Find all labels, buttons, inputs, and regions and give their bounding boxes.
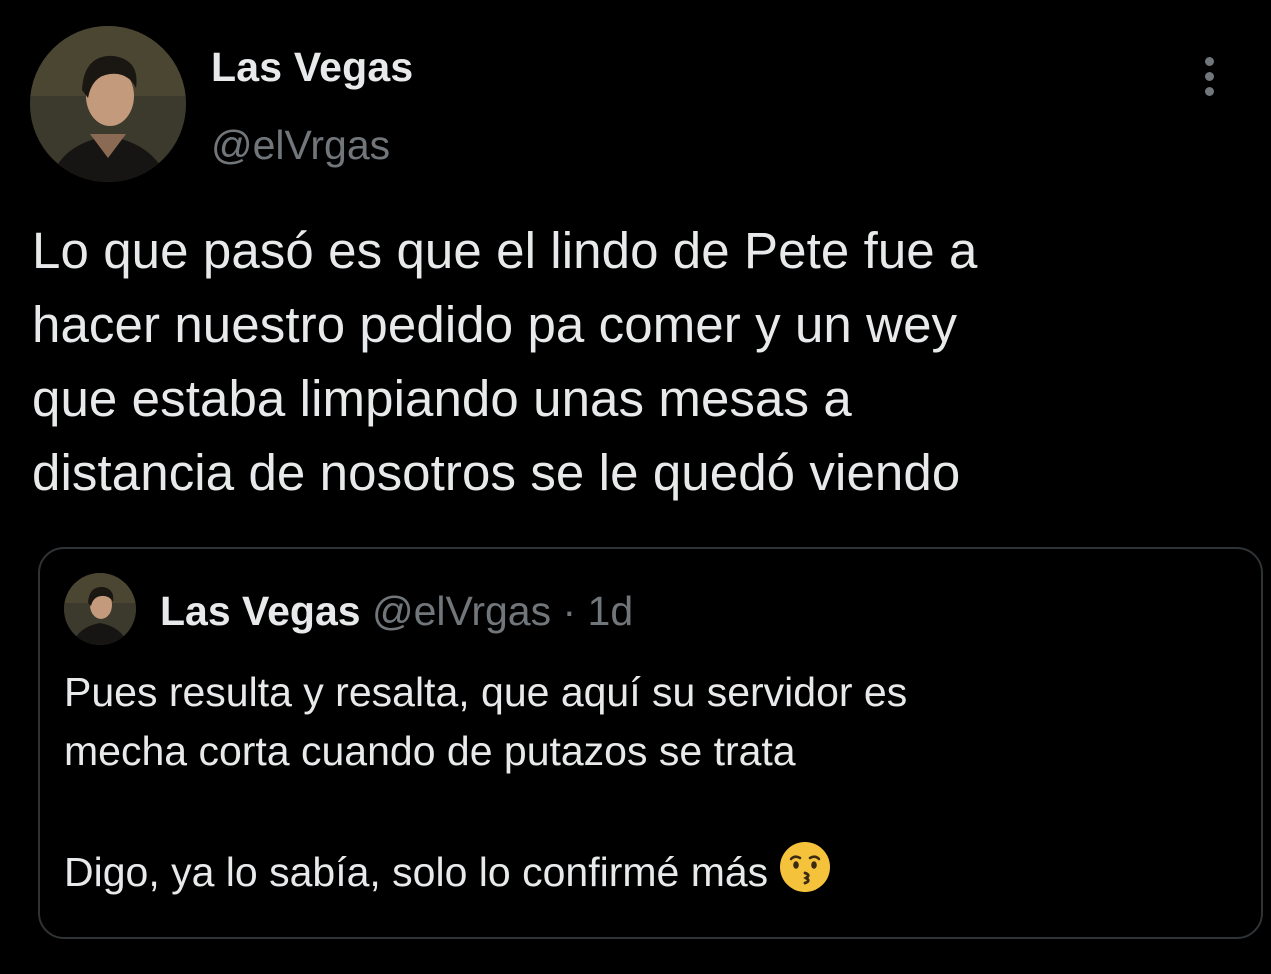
- quoted-text: Pues resulta y resalta, que aquí su serv…: [64, 663, 1234, 902]
- more-dot: [1204, 86, 1214, 96]
- tweet-text: Lo que pasó es que el lindo de Pete fue …: [32, 222, 978, 501]
- quoted-text-part2: Digo, ya lo sabía, solo lo confirmé más: [64, 849, 769, 895]
- quoted-timestamp: 1d: [587, 588, 634, 634]
- quoted-separator: ·: [551, 588, 588, 634]
- quoted-author-avatar: [64, 573, 136, 645]
- author-name[interactable]: Las Vegas: [211, 44, 413, 91]
- more-vertical-icon[interactable]: [1189, 52, 1229, 100]
- more-dot: [1204, 71, 1214, 81]
- kissing-face-icon: [780, 842, 831, 892]
- author-handle[interactable]: @elVrgas: [211, 122, 390, 169]
- quoted-header: Las Vegas @elVrgas · 1d: [160, 587, 633, 635]
- avatar-photo: [30, 26, 186, 182]
- quoted-author-handle: @elVrgas: [371, 588, 552, 634]
- author-avatar[interactable]: [30, 26, 186, 182]
- quoted-tweet-card[interactable]: Las Vegas @elVrgas · 1d Pues resulta y r…: [38, 547, 1263, 939]
- quoted-author-name: Las Vegas: [160, 588, 361, 634]
- quoted-text-part1: Pues resulta y resalta, que aquí su serv…: [64, 669, 908, 774]
- more-dot: [1204, 56, 1214, 66]
- quoted-avatar-photo: [64, 573, 136, 645]
